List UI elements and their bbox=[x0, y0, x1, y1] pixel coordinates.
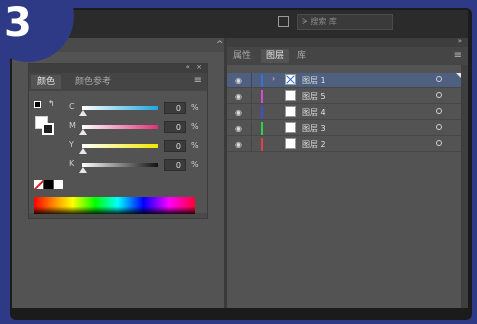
slider-track-m[interactable] bbox=[82, 125, 158, 129]
percent-unit: % bbox=[191, 103, 199, 112]
layer-color-bar bbox=[261, 106, 263, 119]
arrange-documents-icon[interactable] bbox=[278, 16, 289, 27]
lock-toggle-area[interactable] bbox=[251, 121, 252, 136]
slider-thumb-k[interactable] bbox=[79, 167, 87, 173]
slider-track-y[interactable] bbox=[82, 144, 158, 148]
lock-toggle-area[interactable] bbox=[251, 73, 252, 88]
default-fill-stroke-icon[interactable] bbox=[34, 101, 41, 108]
layers-dock: » 属性 图层 库 ≡ ◉ › 图层 1 ◉ 图层 5 ◉ 图层 4 ◉ 图层 3 ◉ 图层 2 bbox=[227, 37, 468, 308]
slider-thumb-y[interactable] bbox=[79, 148, 87, 154]
layer-row[interactable]: ◉ 图层 5 bbox=[227, 89, 461, 104]
slider-track-c[interactable] bbox=[82, 106, 158, 110]
slider-thumb-c[interactable] bbox=[79, 110, 87, 116]
layer-thumbnail bbox=[285, 106, 296, 117]
target-circle-icon[interactable] bbox=[436, 140, 442, 146]
slider-label-k: K bbox=[69, 159, 75, 168]
lock-toggle-area[interactable] bbox=[251, 105, 252, 120]
value-input-m[interactable]: 0 bbox=[164, 121, 186, 133]
target-circle-icon[interactable] bbox=[436, 76, 442, 82]
percent-unit: % bbox=[191, 122, 199, 131]
color-spectrum-bar[interactable] bbox=[34, 197, 195, 214]
layer-color-bar bbox=[261, 74, 263, 87]
tab-layers[interactable]: 图层 bbox=[261, 49, 290, 63]
visibility-eye-icon[interactable]: ◉ bbox=[235, 140, 242, 149]
expand-chevron-icon[interactable]: › bbox=[272, 74, 275, 83]
tab-properties[interactable]: 属性 bbox=[233, 49, 251, 63]
slider-thumb-m[interactable] bbox=[79, 129, 87, 135]
visibility-eye-icon[interactable]: ◉ bbox=[235, 76, 242, 85]
layer-color-bar bbox=[261, 122, 263, 135]
swap-fill-stroke-icon[interactable]: ↰ bbox=[48, 99, 55, 108]
color-panel-tabs: 颜色 颜色参考 ≡ bbox=[29, 73, 207, 91]
step-number: 3 bbox=[4, 0, 32, 46]
layers-panel-menu-icon[interactable]: ≡ bbox=[454, 50, 462, 61]
black-swatch[interactable] bbox=[44, 180, 53, 189]
layer-name[interactable]: 图层 1 bbox=[302, 75, 326, 86]
layer-color-bar bbox=[261, 138, 263, 151]
layer-row[interactable]: ◉ 图层 3 bbox=[227, 121, 461, 136]
layer-name[interactable]: 图层 4 bbox=[302, 107, 326, 118]
collapse-right-dock-icon[interactable]: » bbox=[458, 37, 462, 45]
panel-collapse-close-icons[interactable]: « × bbox=[186, 63, 204, 71]
layer-name[interactable]: 图层 3 bbox=[302, 123, 326, 134]
none-color-swatch[interactable] bbox=[34, 180, 43, 189]
layer-thumbnail bbox=[285, 74, 296, 85]
layer-row[interactable]: ◉ 图层 4 bbox=[227, 105, 461, 120]
layers-panel-tabs: 属性 图层 库 ≡ bbox=[227, 47, 468, 65]
color-panel-menu-icon[interactable]: ≡ bbox=[194, 75, 202, 86]
slider-track-k[interactable] bbox=[82, 163, 158, 167]
layer-thumbnail bbox=[285, 138, 296, 149]
layer-row[interactable]: ◉ › 图层 1 bbox=[227, 73, 461, 88]
search-library-input[interactable]: ᗒ 搜索 库 bbox=[297, 14, 393, 30]
percent-unit: % bbox=[191, 160, 199, 169]
layer-name[interactable]: 图层 2 bbox=[302, 139, 326, 150]
visibility-eye-icon[interactable]: ◉ bbox=[235, 124, 242, 133]
layer-name[interactable]: 图层 5 bbox=[302, 91, 326, 102]
collapse-left-dock-icon[interactable]: ^ bbox=[216, 40, 224, 50]
layers-scrollbar[interactable] bbox=[461, 65, 468, 308]
layers-dock-header: » bbox=[227, 37, 468, 47]
layer-color-bar bbox=[261, 90, 263, 103]
target-circle-icon[interactable] bbox=[436, 108, 442, 114]
lock-toggle-area[interactable] bbox=[251, 89, 252, 104]
target-circle-icon[interactable] bbox=[436, 92, 442, 98]
stroke-swatch[interactable] bbox=[42, 123, 54, 135]
percent-unit: % bbox=[191, 141, 199, 150]
target-circle-icon[interactable] bbox=[436, 124, 442, 130]
layer-row[interactable]: ◉ 图层 2 bbox=[227, 137, 461, 152]
layer-thumbnail bbox=[285, 90, 296, 101]
white-swatch[interactable] bbox=[54, 180, 63, 189]
visibility-eye-icon[interactable]: ◉ bbox=[235, 108, 242, 117]
visibility-eye-icon[interactable]: ◉ bbox=[235, 92, 242, 101]
color-panel-titlebar[interactable]: « × bbox=[29, 63, 207, 73]
top-toolbar bbox=[12, 10, 468, 38]
slider-label-y: Y bbox=[69, 140, 74, 149]
tab-color[interactable]: 颜色 bbox=[31, 75, 62, 89]
value-input-y[interactable]: 0 bbox=[164, 140, 186, 152]
tab-libraries[interactable]: 库 bbox=[297, 49, 306, 63]
slider-label-m: M bbox=[69, 121, 76, 130]
layer-thumbnail bbox=[285, 122, 296, 133]
slider-label-c: C bbox=[69, 102, 75, 111]
tab-color-guide[interactable]: 颜色参考 bbox=[69, 75, 117, 89]
value-input-k[interactable]: 0 bbox=[164, 159, 186, 171]
value-input-c[interactable]: 0 bbox=[164, 102, 186, 114]
lock-toggle-area[interactable] bbox=[251, 137, 252, 152]
